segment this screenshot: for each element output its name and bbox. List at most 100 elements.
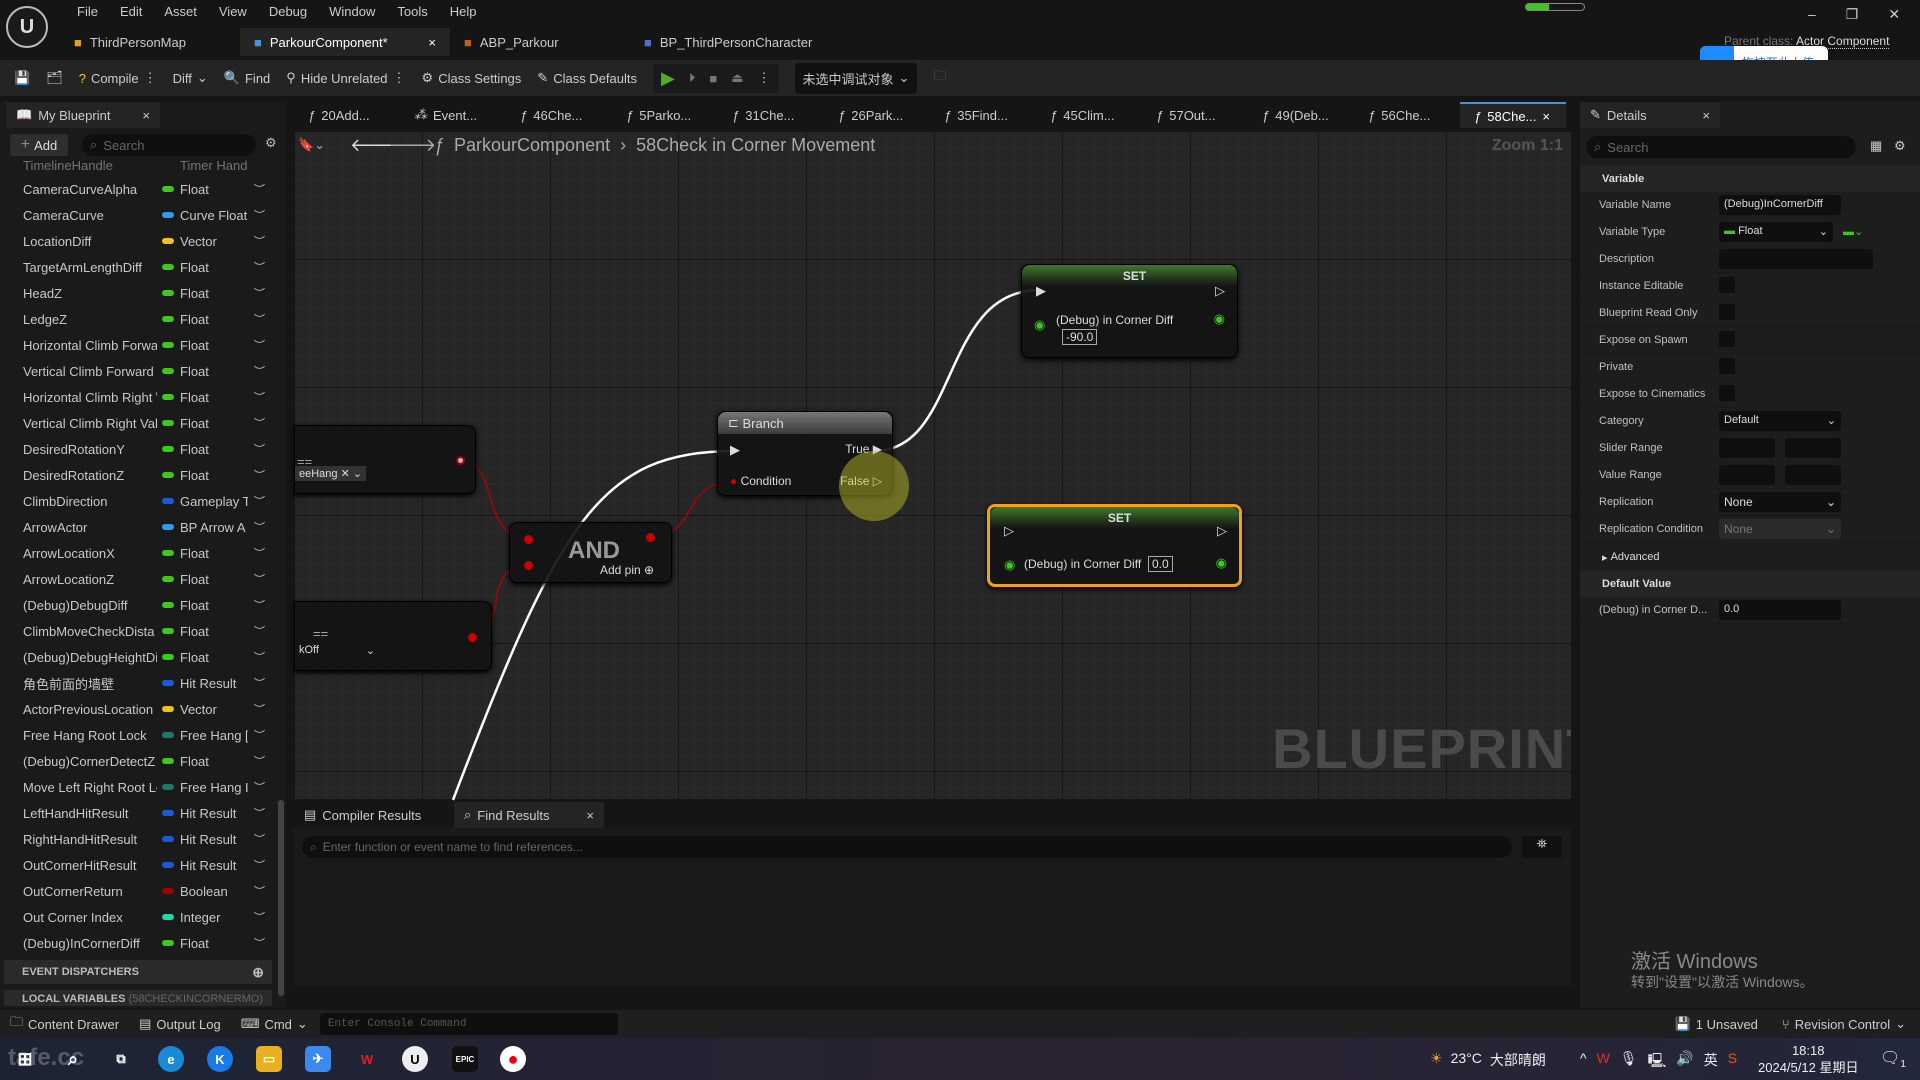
minimize-button[interactable]: – bbox=[1808, 6, 1816, 23]
weather-widget[interactable]: ☀ 23°C 大部晴朗 bbox=[1430, 1050, 1546, 1070]
menu-help[interactable]: Help bbox=[439, 4, 488, 19]
compare-enum-node[interactable]: == kOff ⌄ bbox=[294, 601, 492, 671]
checkbox[interactable] bbox=[1719, 385, 1735, 401]
bool-out-pin[interactable] bbox=[456, 456, 465, 465]
eye-closed-icon[interactable]: ︶ bbox=[254, 233, 265, 249]
float-out-pin[interactable]: ◉ bbox=[1214, 311, 1225, 327]
exec-in-pin[interactable]: ▶ bbox=[1036, 283, 1046, 299]
gear-icon[interactable]: ⚙ bbox=[265, 135, 277, 151]
and-node[interactable]: AND Add pin ⊕ bbox=[509, 522, 672, 583]
bool-out-pin[interactable] bbox=[646, 533, 655, 542]
unreal-logo[interactable]: U bbox=[6, 6, 48, 48]
eye-closed-icon[interactable]: ︶ bbox=[254, 857, 265, 873]
eye-closed-icon[interactable]: ︶ bbox=[254, 285, 265, 301]
add-circle-icon[interactable]: ⊕ bbox=[252, 964, 264, 981]
float-out-pin[interactable]: ◉ bbox=[1216, 555, 1227, 571]
eject-icon[interactable]: ⏏ bbox=[731, 70, 743, 86]
enum-select[interactable]: eeHang ✕ ⌄ bbox=[295, 466, 367, 481]
float-in-pin[interactable]: ◉ bbox=[1034, 317, 1045, 333]
binoculars-button[interactable]: ⛯ bbox=[1522, 836, 1562, 858]
bool-out-pin[interactable] bbox=[468, 633, 477, 642]
false-pin[interactable]: False ▷ bbox=[840, 474, 882, 488]
bool-in-pin[interactable] bbox=[524, 535, 533, 544]
feishu-icon[interactable]: ✈ bbox=[305, 1046, 331, 1072]
variable-item[interactable]: OutCornerHitResult Hit Result ︶ bbox=[0, 852, 280, 878]
debug-object-select[interactable]: 未选中调试对象 ⌄ bbox=[794, 62, 918, 94]
container-type-select[interactable]: ▬⌄ bbox=[1838, 222, 1872, 242]
close-icon[interactable]: × bbox=[428, 35, 436, 50]
variable-item[interactable]: ClimbMoveCheckDista Float ︶ bbox=[0, 618, 280, 644]
replication-select[interactable]: None ⌄ bbox=[1719, 492, 1841, 512]
eye-closed-icon[interactable]: ︶ bbox=[254, 389, 265, 405]
variable-item[interactable]: CameraCurveAlpha Float ︶ bbox=[0, 176, 280, 202]
variable-item[interactable]: DesiredRotationY Float ︶ bbox=[0, 436, 280, 462]
checkbox[interactable] bbox=[1719, 277, 1735, 293]
eye-closed-icon[interactable]: ︶ bbox=[254, 571, 265, 587]
category-select[interactable]: Default ⌄ bbox=[1719, 411, 1841, 431]
file-explorer-icon[interactable]: ▭ bbox=[256, 1046, 282, 1072]
add-button[interactable]: + Add bbox=[10, 134, 68, 156]
variable-item[interactable]: ClimbDirection Gameplay T ︶ bbox=[0, 488, 280, 514]
revision-control-button[interactable]: ⑂ Revision Control ⌄ bbox=[1782, 1016, 1906, 1032]
variable-item[interactable]: OutCornerReturn Boolean ︶ bbox=[0, 878, 280, 904]
scrollbar[interactable] bbox=[278, 800, 284, 996]
checkbox[interactable] bbox=[1719, 358, 1735, 374]
edge-icon[interactable]: e bbox=[158, 1046, 184, 1072]
variable-item[interactable]: ArrowLocationX Float ︶ bbox=[0, 540, 280, 566]
wps-tray-icon[interactable]: W bbox=[1597, 1050, 1610, 1074]
condition-pin[interactable]: ● Condition bbox=[730, 474, 791, 488]
variable-item[interactable]: Move Left Right Root Lc Free Hang I ︶ bbox=[0, 774, 280, 800]
exec-in-pin[interactable]: ▷ bbox=[1004, 523, 1014, 539]
graph-tab[interactable]: ƒ 31Che... bbox=[718, 102, 824, 128]
eye-closed-icon[interactable]: ︶ bbox=[254, 207, 265, 223]
eye-closed-icon[interactable]: ︶ bbox=[254, 909, 265, 925]
checkbox[interactable] bbox=[1719, 331, 1735, 347]
tab-find-results[interactable]: ⌕ Find Results × bbox=[454, 802, 604, 828]
default-value-section[interactable]: Default Value bbox=[1580, 571, 1920, 597]
menu-edit[interactable]: Edit bbox=[109, 4, 153, 19]
record-icon[interactable]: ● bbox=[500, 1046, 526, 1072]
play-options-icon[interactable]: ⋮ bbox=[758, 70, 771, 86]
replication-condition-select[interactable]: None ⌄ bbox=[1719, 519, 1841, 539]
variable-item[interactable]: ArrowActor BP Arrow A ︶ bbox=[0, 514, 280, 540]
eye-closed-icon[interactable]: ︶ bbox=[254, 363, 265, 379]
compare-enum-node[interactable]: == eeHang ✕ ⌄ bbox=[294, 425, 476, 494]
class-settings-button[interactable]: ⚙ Class Settings bbox=[422, 70, 522, 86]
true-pin[interactable]: True ▶ bbox=[845, 442, 882, 456]
variable-item[interactable]: DesiredRotationZ Float ︶ bbox=[0, 462, 280, 488]
eye-closed-icon[interactable]: ︶ bbox=[254, 727, 265, 743]
graph-tab[interactable]: ƒ 57Out... bbox=[1142, 102, 1248, 128]
eye-closed-icon[interactable]: ︶ bbox=[254, 181, 265, 197]
menu-tools[interactable]: Tools bbox=[386, 4, 438, 19]
range-max-input[interactable] bbox=[1785, 465, 1841, 485]
eye-closed-icon[interactable]: ︶ bbox=[254, 337, 265, 353]
eye-closed-icon[interactable]: ︶ bbox=[254, 935, 265, 951]
task-view-icon[interactable]: ⧉ bbox=[108, 1046, 134, 1072]
save-button[interactable]: 💾 bbox=[14, 70, 30, 86]
output-log-button[interactable]: ▤ Output Log bbox=[139, 1016, 221, 1032]
details-search-input[interactable]: ⌕ Search bbox=[1586, 136, 1856, 158]
find-references-input[interactable]: ⌕ Enter function or event name to find re… bbox=[302, 836, 1512, 858]
tab-my-blueprint[interactable]: 📖 My Blueprint × bbox=[6, 102, 160, 128]
browse-button[interactable]: 🗂 bbox=[46, 70, 63, 86]
network-icon[interactable]: 🖳 bbox=[1648, 1050, 1667, 1074]
eye-closed-icon[interactable]: ︶ bbox=[254, 831, 265, 847]
breadcrumb-root[interactable]: ParkourComponent bbox=[454, 135, 610, 156]
restore-button[interactable]: ❐ bbox=[1846, 6, 1859, 23]
menu-view[interactable]: View bbox=[208, 4, 258, 19]
close-icon[interactable]: × bbox=[1702, 108, 1710, 123]
my-blueprint-search-input[interactable]: ⌕ Search bbox=[82, 134, 256, 156]
description-input[interactable] bbox=[1719, 249, 1873, 269]
eye-closed-icon[interactable]: ︶ bbox=[254, 779, 265, 795]
notification-icon[interactable]: 🗨1 bbox=[1880, 1048, 1906, 1070]
epic-games-icon[interactable]: EPIC bbox=[452, 1046, 478, 1072]
variable-item[interactable]: Vertical Climb Right Val Float ︶ bbox=[0, 410, 280, 436]
graph-tab[interactable]: ƒ 56Che... bbox=[1354, 102, 1460, 128]
variable-type-select[interactable]: ▬ Float ⌄ bbox=[1719, 222, 1833, 242]
chevron-up-icon[interactable]: ^ bbox=[1580, 1050, 1587, 1074]
content-drawer-button[interactable]: 🗀 Content Drawer bbox=[10, 1013, 119, 1035]
graph-tab[interactable]: ƒ 20Add... bbox=[294, 102, 400, 128]
graph-tab[interactable]: ⁂ Event... bbox=[400, 102, 506, 128]
eye-closed-icon[interactable]: ︶ bbox=[254, 597, 265, 613]
branch-node[interactable]: ⊏ Branch ▶ True ▶ ● Condition False ▷ bbox=[717, 411, 893, 496]
